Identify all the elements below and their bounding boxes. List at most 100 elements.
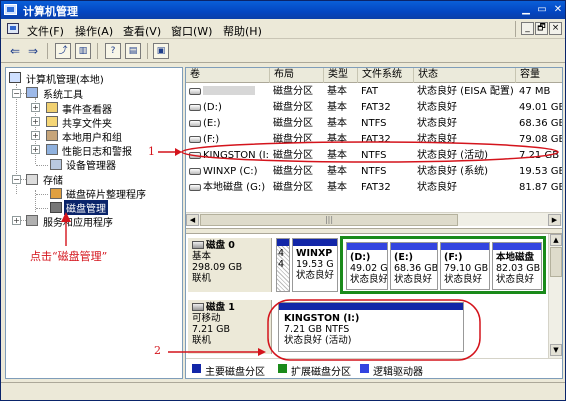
title-bar[interactable]: 计算机管理 ▁ ▭ ✕ [1, 1, 565, 19]
horizontal-scrollbar[interactable]: ◀ ||| ▶ [186, 212, 562, 226]
cell-capacity: 68.36 GB [519, 118, 562, 129]
properties-icon[interactable]: ▤ [125, 43, 141, 59]
mdi-close-button[interactable]: × [549, 22, 562, 35]
menu-file[interactable]: 文件(F) [27, 23, 64, 39]
partition-winxp[interactable]: WINXP 19.53 G 状态良好 [292, 238, 338, 292]
toolbar: ⇐ ⇒ ⤴ ▥ ? ▤ ▣ [1, 39, 565, 63]
mdi-window-icon[interactable] [7, 23, 19, 34]
export-list-icon[interactable]: ▣ [153, 43, 169, 59]
scroll-thumb[interactable]: ||| [200, 214, 458, 226]
annotation-marker-1: 1 [148, 145, 155, 158]
expand-icon[interactable]: + [31, 117, 40, 126]
volume-row[interactable]: 磁盘分区 基本 FAT 状态良好 (EISA 配置) 47 MB [186, 84, 562, 99]
mdi-minimize-button[interactable]: _ [521, 22, 534, 35]
scroll-up-icon[interactable]: ▲ [550, 234, 562, 246]
disk-legend: 主要磁盘分区 扩展磁盘分区 逻辑驱动器 [186, 358, 562, 378]
partition-f[interactable]: (F:) 79.10 GB 状态良好 [440, 242, 490, 290]
tree-shared-folders[interactable]: 共享文件夹 [62, 115, 112, 130]
cell-volume: (D:) [186, 100, 270, 115]
cell-type: 基本 [327, 150, 347, 161]
menu-action[interactable]: 操作(A) [75, 23, 113, 39]
partition-e[interactable]: (E:) 68.36 GB 状态良好 [390, 242, 438, 290]
partition-name: (E:) [394, 252, 413, 263]
scroll-left-icon[interactable]: ◀ [186, 214, 199, 226]
expand-icon[interactable]: + [31, 145, 40, 154]
collapse-icon[interactable]: − [12, 89, 21, 98]
collapse-icon[interactable]: − [12, 175, 21, 184]
column-header-filesystem[interactable]: 文件系统 [358, 68, 414, 83]
mdi-restore-button[interactable]: 🗗 [535, 22, 548, 35]
scroll-right-icon[interactable]: ▶ [548, 214, 561, 226]
menu-help[interactable]: 帮助(H) [223, 23, 262, 39]
disk-0-status: 联机 [192, 273, 212, 284]
tree-disk-management[interactable]: 磁盘管理 [64, 200, 108, 215]
tree-system-tools[interactable]: 系统工具 [43, 86, 83, 101]
cell-filesystem: FAT32 [361, 102, 391, 113]
tree-device-manager[interactable]: 设备管理器 [66, 157, 116, 172]
cell-type: 基本 [327, 102, 347, 113]
cell-capacity: 79.08 GB [519, 134, 562, 145]
volume-row[interactable]: 本地磁盘 (G:) 磁盘分区 基本 FAT32 状态良好 81.87 GB [186, 180, 562, 195]
cell-filesystem: FAT32 [361, 134, 391, 145]
tree-performance-logs[interactable]: 性能日志和警报 [62, 143, 132, 158]
partition-d[interactable]: (D:) 49.02 G 状态良好 [346, 242, 388, 290]
column-header-volume[interactable]: 卷 [186, 68, 270, 83]
disk-graphical-view: 磁盘 0 基本 298.09 GB 联机 44 WINXP 19.53 G 状态良好… [186, 234, 562, 358]
show-hide-tree-icon[interactable]: ▥ [75, 43, 91, 59]
menu-window[interactable]: 窗口(W) [171, 23, 212, 39]
disk-1-info[interactable]: 磁盘 1 可移动 7.21 GB 联机 [188, 300, 272, 354]
tree-local-users[interactable]: 本地用户和组 [62, 129, 122, 144]
cell-filesystem: FAT32 [361, 182, 391, 193]
partition-size: 7.21 GB NTFS [284, 324, 350, 335]
partition-kingston[interactable]: KINGSTON (I:) 7.21 GB NTFS 状态良好 (活动) [278, 302, 464, 352]
volume-row-kingston[interactable]: KINGSTON (I:) 磁盘分区 基本 NTFS 状态良好 (活动) 7.2… [186, 148, 562, 163]
menu-view[interactable]: 查看(V) [123, 23, 161, 39]
disk-1-name: 磁盘 1 [206, 302, 235, 313]
column-header-layout[interactable]: 布局 [270, 68, 324, 83]
maximize-button[interactable]: ▭ [535, 3, 549, 16]
tree-root[interactable]: 计算机管理(本地) [26, 71, 104, 86]
cell-status: 状态良好 (活动) [417, 150, 488, 161]
volume-row[interactable]: (F:) 磁盘分区 基本 FAT32 状态良好 79.08 GB [186, 132, 562, 147]
cell-volume: KINGSTON (I:) [186, 148, 270, 163]
column-header-status[interactable]: 状态 [414, 68, 516, 83]
volume-row[interactable]: (D:) 磁盘分区 基本 FAT32 状态良好 49.01 GB [186, 100, 562, 115]
expand-icon[interactable]: + [31, 103, 40, 112]
disk-0-info[interactable]: 磁盘 0 基本 298.09 GB 联机 [188, 238, 272, 292]
partition-eisa[interactable]: 44 [276, 238, 290, 292]
cell-type: 基本 [327, 118, 347, 129]
tree-storage[interactable]: 存储 [43, 172, 63, 187]
help-icon[interactable]: ? [105, 43, 121, 59]
cell-capacity: 7.21 GB [519, 150, 560, 161]
scroll-down-icon[interactable]: ▼ [550, 344, 562, 356]
tree-defrag[interactable]: 磁盘碎片整理程序 [66, 186, 146, 201]
tree-services-applications[interactable]: 服务和应用程序 [43, 214, 113, 229]
partition-size: 79.10 GB [444, 263, 489, 274]
partition-g[interactable]: 本地磁盘 82.03 GB 状态良好 [492, 242, 542, 290]
column-header-type[interactable]: 类型 [324, 68, 358, 83]
partition-size: 4 [278, 248, 285, 259]
cell-status: 状态良好 [417, 118, 457, 129]
cell-layout: 磁盘分区 [273, 182, 313, 193]
back-arrow-icon[interactable]: ⇐ [7, 43, 23, 59]
shared-folder-icon [46, 116, 58, 127]
cell-volume [186, 84, 270, 99]
forward-arrow-icon[interactable]: ⇒ [25, 43, 41, 59]
partition-size: 19.53 G [296, 259, 334, 270]
tree-event-viewer[interactable]: 事件查看器 [62, 101, 112, 116]
column-header-capacity[interactable]: 容量 [516, 68, 562, 83]
vertical-scrollbar[interactable]: ▲ ▼ [548, 234, 562, 358]
expand-icon[interactable]: + [12, 216, 21, 225]
volume-row[interactable]: WINXP (C:) 磁盘分区 基本 NTFS 状态良好 (系统) 19.53 … [186, 164, 562, 179]
close-button[interactable]: ✕ [551, 3, 565, 16]
toolbar-separator [147, 43, 148, 59]
disk-0-type: 基本 [192, 251, 212, 262]
scroll-thumb[interactable] [550, 247, 562, 277]
cell-type: 基本 [327, 182, 347, 193]
console-tree: 计算机管理(本地) − 系统工具 + 事件查看器 + 共享文件夹 + 本地用户和… [5, 67, 183, 379]
expand-icon[interactable]: + [31, 131, 40, 140]
cell-status: 状态良好 (EISA 配置) [417, 86, 514, 97]
minimize-button[interactable]: ▁ [519, 3, 533, 16]
up-level-icon[interactable]: ⤴ [55, 43, 71, 59]
volume-row[interactable]: (E:) 磁盘分区 基本 NTFS 状态良好 68.36 GB [186, 116, 562, 131]
